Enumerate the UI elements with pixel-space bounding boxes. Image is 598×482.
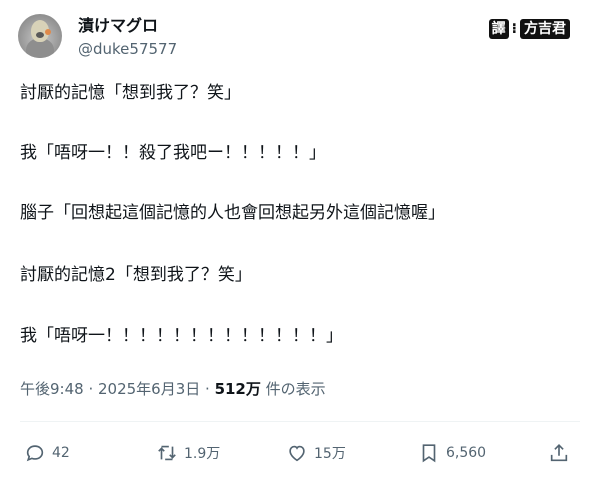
avatar[interactable] bbox=[18, 14, 62, 58]
tweet-line: 討厭的記憶2「想到我了？笑」 bbox=[20, 265, 252, 285]
badge-part1: 譯 bbox=[488, 19, 509, 39]
reply-button[interactable]: 42 bbox=[24, 433, 70, 473]
tweet-meta: 午後9:48 · 2025年6月3日 · 512万 件の表示 bbox=[20, 378, 326, 400]
translator-badge: 譯 ⁝ 方吉君 bbox=[488, 18, 570, 40]
timestamp[interactable]: 午後9:48 · 2025年6月3日 · bbox=[20, 380, 215, 398]
like-button[interactable]: 15万 bbox=[286, 433, 346, 473]
tweet-header: 漬けマグロ @duke57577 譯 ⁝ 方吉君 bbox=[18, 14, 580, 64]
tweet-line: 我「唔呀一！！！！！！！！！！！！！」 bbox=[20, 326, 343, 346]
tweet-line: 討厭的記憶「想到我了？笑」 bbox=[20, 83, 241, 103]
retweet-count: 1.9万 bbox=[184, 446, 221, 462]
retweet-icon bbox=[158, 445, 176, 461]
share-icon bbox=[550, 444, 568, 462]
badge-separator: ⁝ bbox=[511, 21, 517, 37]
bookmark-icon bbox=[422, 444, 436, 463]
reply-count: 42 bbox=[52, 445, 70, 461]
like-count: 15万 bbox=[314, 446, 346, 462]
views-count: 512万 bbox=[214, 380, 261, 398]
views-label: 件の表示 bbox=[260, 380, 326, 398]
author-handle[interactable]: @duke57577 bbox=[78, 39, 177, 59]
retweet-button[interactable]: 1.9万 bbox=[156, 433, 220, 473]
bookmark-count: 6,560 bbox=[446, 445, 487, 461]
bookmark-button[interactable]: 6,560 bbox=[418, 433, 486, 473]
divider bbox=[20, 421, 580, 422]
tweet-line: 我「唔呀一！！殺了我吧ー！！！！！」 bbox=[20, 143, 326, 163]
tweet-line: 腦子「回想起這個記憶的人也會回想起另外這個記憶喔」 bbox=[20, 203, 445, 223]
action-bar: 42 1.9万 15万 6,560 bbox=[18, 433, 578, 473]
badge-part2: 方吉君 bbox=[520, 19, 570, 39]
reply-icon bbox=[26, 445, 44, 462]
share-button[interactable] bbox=[548, 433, 570, 473]
author-display-name[interactable]: 漬けマグロ bbox=[78, 16, 158, 36]
heart-icon bbox=[289, 445, 305, 462]
